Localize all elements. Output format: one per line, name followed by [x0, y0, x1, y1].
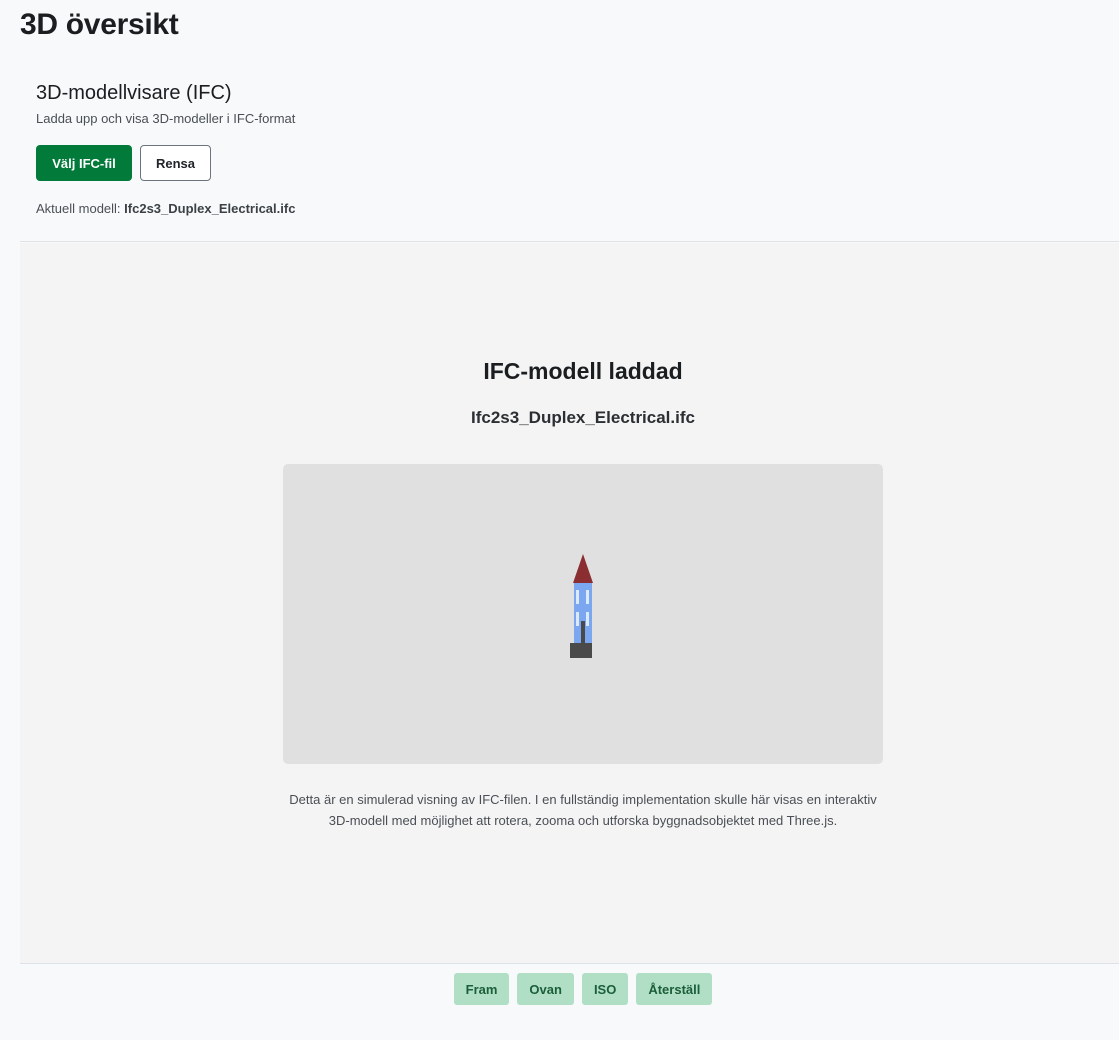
viewer-title: 3D-modellvisare (IFC) — [36, 82, 232, 104]
clear-button[interactable]: Rensa — [140, 145, 211, 181]
current-model: Aktuell modell: Ifc2s3_Duplex_Electrical… — [36, 201, 295, 216]
loaded-filename: Ifc2s3_Duplex_Electrical.ifc — [471, 408, 695, 427]
building-window — [576, 590, 579, 604]
current-model-name: Ifc2s3_Duplex_Electrical.ifc — [124, 201, 296, 216]
simulation-note: Detta är en simulerad visning av IFC-fil… — [289, 792, 877, 828]
view-iso-button[interactable]: ISO — [581, 973, 629, 1005]
viewer-header: 3D-modellvisare (IFC) Ladda upp och visa… — [20, 66, 1119, 242]
viewer-subtitle: Ladda upp och visa 3D-modeller i IFC-for… — [36, 111, 296, 126]
building-window — [586, 612, 589, 626]
building-window — [586, 590, 589, 604]
current-model-label: Aktuell modell: — [36, 201, 121, 216]
page-title: 3D översikt — [20, 8, 179, 41]
building-base — [570, 643, 592, 658]
view-top-button[interactable]: Ovan — [517, 973, 574, 1005]
building-roof — [573, 554, 593, 583]
building-icon — [570, 554, 593, 658]
building-door — [581, 621, 585, 643]
view-front-button[interactable]: Fram — [453, 973, 510, 1005]
loaded-title: IFC-modell laddad — [483, 358, 683, 384]
building-window — [576, 612, 579, 626]
model-preview-canvas[interactable] — [283, 464, 883, 764]
model-viewer-area[interactable]: IFC-modell laddad Ifc2s3_Duplex_Electric… — [20, 243, 1119, 964]
choose-ifc-file-button[interactable]: Välj IFC-fil — [36, 145, 132, 181]
view-reset-button[interactable]: Återställ — [636, 973, 713, 1005]
view-controls: Fram Ovan ISO Återställ — [0, 973, 1119, 1005]
